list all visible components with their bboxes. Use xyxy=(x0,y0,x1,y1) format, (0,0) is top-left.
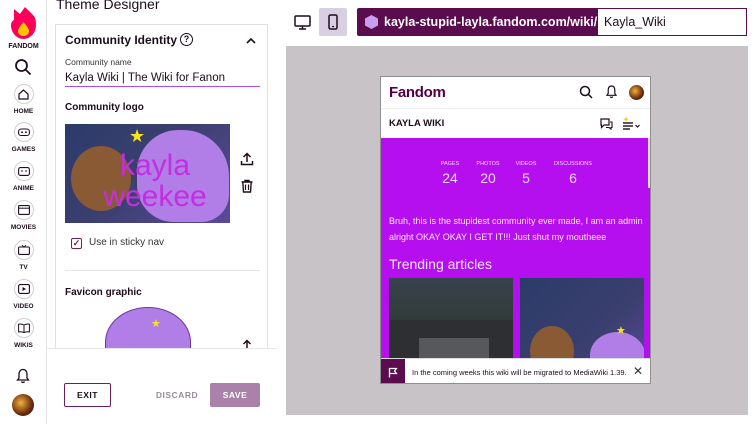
discussions-icon[interactable] xyxy=(600,118,613,130)
stat-key: VIDEOS xyxy=(515,161,537,167)
stat-key: DISCUSSIONS xyxy=(554,161,592,167)
nav-item-label: GAMES xyxy=(11,146,36,153)
nav-item-label: MOVIES xyxy=(10,224,37,231)
save-button[interactable]: SAVE xyxy=(210,383,260,407)
global-nav: FANDOM HOME GAMES ANIME MOVIES TV VIDEO … xyxy=(0,0,47,424)
nav-item-wikis[interactable]: WIKIS xyxy=(0,318,47,349)
wordmark-text: Fandom xyxy=(389,84,446,101)
nav-item-movies[interactable]: MOVIES xyxy=(0,200,47,231)
home-icon xyxy=(13,84,34,104)
fandom-brand-label: FANDOM xyxy=(8,43,39,50)
preview-page-input[interactable] xyxy=(598,8,747,36)
thumbnail-window-shape xyxy=(419,338,489,358)
community-name-label: Community name xyxy=(65,57,132,67)
stat-value: 24 xyxy=(442,170,458,186)
stat-value: 6 xyxy=(569,170,577,186)
mobile-preview-button[interactable] xyxy=(319,8,347,36)
section-divider xyxy=(65,270,260,271)
stat-key: PAGES xyxy=(440,161,460,167)
community-description: Bruh, this is the stupidest community ev… xyxy=(389,216,643,242)
stat-value: 20 xyxy=(480,170,496,186)
community-name-input[interactable] xyxy=(65,69,260,87)
favicon-preview-image xyxy=(105,307,191,354)
panel-title: Theme Designer xyxy=(56,0,160,12)
star-icon: ★ xyxy=(151,318,161,330)
video-icon xyxy=(13,279,34,299)
nav-item-anime[interactable]: ANIME xyxy=(0,161,47,192)
migration-notice-banner: In the coming weeks this wiki will be mi… xyxy=(381,358,650,383)
notice-text: In the coming weeks this wiki will be mi… xyxy=(412,368,627,383)
desktop-preview-button[interactable] xyxy=(289,9,315,35)
stat-discussions[interactable]: DISCUSSIONS 6 xyxy=(551,161,595,186)
notice-link[interactable]: here xyxy=(452,381,467,383)
help-question-icon[interactable]: ? xyxy=(180,33,193,46)
search-icon[interactable] xyxy=(14,58,32,76)
scrollbar[interactable] xyxy=(648,138,650,188)
chevron-up-icon[interactable] xyxy=(246,37,256,44)
nav-item-games[interactable]: GAMES xyxy=(0,122,47,153)
notifications-bell-icon[interactable] xyxy=(15,368,31,384)
fandom-wordmark[interactable]: Fandom xyxy=(389,84,446,101)
wiki-name[interactable]: KAYLA WIKI xyxy=(389,118,444,129)
upload-icon[interactable] xyxy=(240,152,254,166)
nav-item-label: HOME xyxy=(13,108,34,115)
url-host-text: kayla-stupid-layla.fandom.com/wiki/ xyxy=(384,15,598,29)
mobile-preview-frame: Fandom KAYLA WIKI PAGES 24 PHOTOS 20 VID… xyxy=(380,76,651,384)
stat-pages[interactable]: PAGES 24 xyxy=(436,161,464,186)
nav-item-label: WIKIS xyxy=(14,342,33,349)
community-identity-section: Community Identity ? Community name Comm… xyxy=(55,24,268,354)
desktop-icon xyxy=(293,14,311,30)
logo-text: kayla weekee xyxy=(103,149,207,213)
exit-button[interactable]: EXIT xyxy=(64,383,111,407)
nav-item-label: VIDEO xyxy=(13,303,34,310)
notice-message: In the coming weeks this wiki will be mi… xyxy=(412,366,627,383)
star-icon: ★ xyxy=(129,126,146,146)
community-logo-image: ★ kayla weekee xyxy=(65,124,230,223)
nav-item-tv[interactable]: TV xyxy=(0,240,47,271)
fandom-logo-icon[interactable] xyxy=(10,6,37,40)
star-icon: ★ xyxy=(616,325,626,337)
section-heading: Community Identity xyxy=(65,33,178,47)
discard-button[interactable]: DISCARD xyxy=(150,383,204,407)
community-logo-heading: Community logo xyxy=(65,102,144,113)
nav-item-label: TV xyxy=(19,264,28,271)
nav-item-label: ANIME xyxy=(13,185,34,192)
trash-icon[interactable] xyxy=(240,179,254,193)
search-icon[interactable] xyxy=(579,85,593,99)
menu-sparkle-icon[interactable] xyxy=(620,116,642,131)
gamepad-icon xyxy=(13,122,34,142)
flag-icon xyxy=(381,359,405,383)
nav-item-video[interactable]: VIDEO xyxy=(0,279,47,310)
movies-icon xyxy=(13,200,34,220)
anime-icon xyxy=(13,161,34,181)
user-avatar[interactable] xyxy=(12,394,34,416)
stat-photos[interactable]: PHOTOS 20 xyxy=(474,161,502,186)
community-header: PAGES 24 PHOTOS 20 VIDEOS 5 DISCUSSIONS … xyxy=(381,138,650,383)
stat-value: 5 xyxy=(522,170,530,186)
wikis-icon xyxy=(13,318,34,338)
favicon-heading: Favicon graphic xyxy=(65,287,142,298)
mobile-phone-icon xyxy=(328,14,338,30)
preview-url-prefix: kayla-stupid-layla.fandom.com/wiki/ xyxy=(357,8,598,36)
preview-toolbar: kayla-stupid-layla.fandom.com/wiki/ xyxy=(277,0,755,46)
trending-heading: Trending articles xyxy=(389,256,492,272)
community-hexagon-icon xyxy=(365,15,378,29)
close-icon[interactable]: ✕ xyxy=(633,364,643,378)
mobile-wiki-bar: KAYLA WIKI xyxy=(381,110,650,138)
nav-item-home[interactable]: HOME xyxy=(0,84,47,115)
designer-footer: EXIT DISCARD SAVE xyxy=(47,348,277,424)
stat-videos[interactable]: VIDEOS 5 xyxy=(512,161,540,186)
stat-key: PHOTOS xyxy=(476,161,500,167)
tv-icon xyxy=(13,240,34,260)
sticky-nav-checkbox[interactable]: ✓ xyxy=(71,238,82,249)
sticky-nav-label: Use in sticky nav xyxy=(89,237,165,248)
user-avatar[interactable] xyxy=(629,85,644,100)
mobile-global-header: Fandom xyxy=(381,77,650,109)
notifications-bell-icon[interactable] xyxy=(605,85,618,99)
